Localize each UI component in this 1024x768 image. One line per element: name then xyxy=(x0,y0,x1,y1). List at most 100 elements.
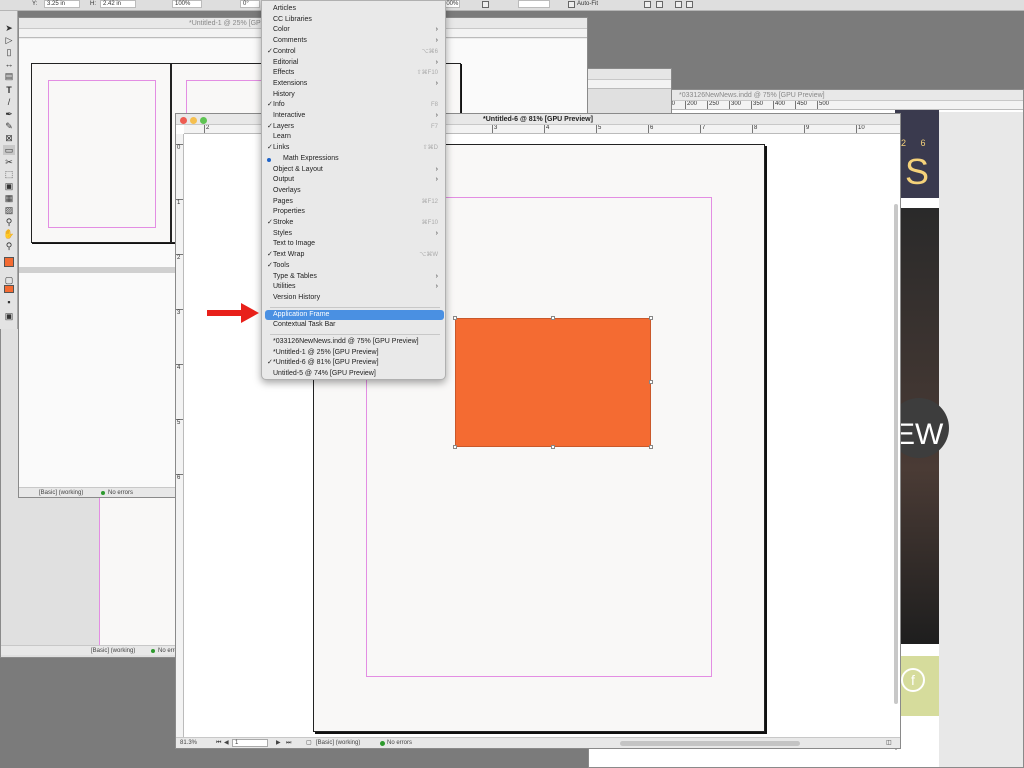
selection-handle[interactable] xyxy=(551,445,555,449)
menu-item-overlays[interactable]: Overlays xyxy=(265,186,444,197)
menu-item-stroke[interactable]: ✓ Stroke ⌘F10 xyxy=(265,218,444,229)
eyedropper-icon[interactable]: ⚲ xyxy=(3,217,15,227)
rectangle-tool-icon[interactable]: ▭ xyxy=(3,145,15,155)
menu-item-articles[interactable]: Articles xyxy=(265,4,444,15)
menu-item-comments[interactable]: Comments › xyxy=(265,36,444,47)
menu-item-history[interactable]: History xyxy=(265,90,444,101)
menu-item-math-expressions[interactable]: Math Expressions xyxy=(265,154,444,165)
menu-item-type-tables[interactable]: Type & Tables › xyxy=(265,272,444,283)
align-icon[interactable] xyxy=(656,1,663,8)
menu-item-document[interactable]: ✓ *Untitled-6 @ 81% [GPU Preview] xyxy=(265,358,444,369)
fill-swatch[interactable] xyxy=(4,257,14,267)
screen-mode-icon[interactable]: ▣ xyxy=(3,311,15,321)
preflight-profile[interactable]: [Basic] (working) xyxy=(91,646,135,656)
menu-item-links[interactable]: ✓ Links ⇧⌘D xyxy=(265,143,444,154)
menu-item-cc-libraries[interactable]: CC Libraries xyxy=(265,15,444,26)
stroke-icon[interactable] xyxy=(482,1,489,8)
menu-item-info[interactable]: ✓ Info F8 xyxy=(265,100,444,111)
menu-item-label: Properties xyxy=(273,208,305,216)
gap-tool-icon[interactable]: ↔ xyxy=(3,59,15,69)
menu-item-styles[interactable]: Styles › xyxy=(265,229,444,240)
menu-item-extensions[interactable]: Extensions › xyxy=(265,79,444,90)
selection-handle[interactable] xyxy=(453,445,457,449)
auto-fit-label[interactable]: Auto-Fit xyxy=(577,1,598,8)
selection-handle[interactable] xyxy=(649,380,653,384)
free-transform-icon[interactable]: ⬚ xyxy=(3,169,15,179)
note-tool-icon[interactable]: ▨ xyxy=(3,205,15,215)
distribute-icon[interactable] xyxy=(675,1,682,8)
selection-handle[interactable] xyxy=(649,445,653,449)
menu-item-text-to-image[interactable]: Text to Image xyxy=(265,239,444,250)
distribute-icon[interactable] xyxy=(686,1,693,8)
menu-item-contextual-task-bar[interactable]: Contextual Task Bar xyxy=(265,320,444,331)
gradient-icon[interactable]: ▣ xyxy=(3,181,15,191)
menu-item-object-layout[interactable]: Object & Layout › xyxy=(265,165,444,176)
h-field[interactable]: 2.42 in xyxy=(100,0,136,8)
zoom-level[interactable]: 81.3% xyxy=(180,738,197,748)
scale-field[interactable]: 100% xyxy=(172,0,202,8)
page-tool-icon[interactable]: ▯ xyxy=(3,47,15,57)
menu-item-document[interactable]: Untitled-5 @ 74% [GPU Preview] xyxy=(265,369,444,380)
menu-item-interactive[interactable]: Interactive › xyxy=(265,111,444,122)
gradient-feather-icon[interactable]: ▦ xyxy=(3,193,15,203)
type-tool-icon[interactable]: T xyxy=(3,85,15,95)
selection-handle[interactable] xyxy=(551,316,555,320)
content-collector-icon[interactable]: ▤ xyxy=(3,71,15,81)
align-icon[interactable] xyxy=(644,1,651,8)
close-icon[interactable] xyxy=(180,117,187,124)
menu-item-effects[interactable]: Effects ⇧⌘F10 xyxy=(265,68,444,79)
selection-tool-icon[interactable]: ➤ xyxy=(3,23,15,33)
angle-field[interactable]: 0° xyxy=(240,0,260,8)
zoom-tool-icon[interactable]: ⚲ xyxy=(3,241,15,251)
orange-rectangle-frame[interactable] xyxy=(453,316,653,449)
pencil-tool-icon[interactable]: ✎ xyxy=(3,121,15,131)
vertical-scrollbar[interactable] xyxy=(894,204,898,704)
menu-item-editorial[interactable]: Editorial › xyxy=(265,58,444,69)
page-field[interactable]: 1 xyxy=(232,739,268,747)
last-page-icon[interactable]: ⏭ xyxy=(286,738,291,748)
menu-item-label: Type & Tables xyxy=(273,272,317,280)
error-count[interactable]: No errors xyxy=(387,738,412,748)
menu-item-tools[interactable]: ✓ Tools xyxy=(265,261,444,272)
menu-item-document[interactable]: *033126NewNews.indd @ 75% [GPU Preview] xyxy=(265,337,444,348)
menu-item-document[interactable]: *Untitled-1 @ 25% [GPU Preview] xyxy=(265,348,444,359)
scissors-icon[interactable]: ✂ xyxy=(3,157,15,167)
menu-item-utilities[interactable]: Utilities › xyxy=(265,282,444,293)
selection-handle[interactable] xyxy=(649,316,653,320)
facebook-icon[interactable]: f xyxy=(901,668,925,692)
hand-tool-icon[interactable]: ✋ xyxy=(3,229,15,239)
view-mode-icon[interactable]: ▪ xyxy=(3,297,15,307)
prev-page-icon[interactable]: ◀ xyxy=(224,738,229,748)
selection-handle[interactable] xyxy=(453,316,457,320)
menu-item-version-history[interactable]: Version History xyxy=(265,293,444,304)
menu-item-application-frame[interactable]: Application Frame xyxy=(265,309,444,321)
split-window-icon[interactable]: ◫ xyxy=(886,738,892,748)
line-tool-icon[interactable]: / xyxy=(3,97,15,107)
minimize-icon[interactable] xyxy=(190,117,197,124)
horizontal-scrollbar[interactable] xyxy=(620,741,800,746)
menu-item-text-wrap[interactable]: ✓ Text Wrap ⌥⌘W xyxy=(265,250,444,261)
apply-color-icon[interactable] xyxy=(4,285,14,293)
menu-item-learn[interactable]: Learn xyxy=(265,132,444,143)
next-page-icon[interactable]: ▶ xyxy=(276,738,281,748)
preflight-profile[interactable]: [Basic] (working) xyxy=(316,738,360,748)
open-page-icon[interactable]: ▢ xyxy=(306,738,312,748)
direct-selection-tool-icon[interactable]: ▷ xyxy=(3,35,15,45)
fitting-icon[interactable] xyxy=(568,1,575,8)
preflight-profile[interactable]: [Basic] (working) xyxy=(39,488,83,497)
y-field[interactable]: 3.25 in xyxy=(44,0,80,8)
menu-item-control[interactable]: ✓ Control ⌥⌘6 xyxy=(265,47,444,58)
status-dot xyxy=(380,741,385,746)
formatting-icon[interactable]: ▢ xyxy=(3,275,15,285)
error-count[interactable]: No errors xyxy=(108,488,133,497)
menu-item-color[interactable]: Color › xyxy=(265,25,444,36)
menu-item-output[interactable]: Output › xyxy=(265,175,444,186)
stroke-field[interactable] xyxy=(518,0,550,8)
first-page-icon[interactable]: ⏮ xyxy=(216,738,221,748)
menu-item-properties[interactable]: Properties xyxy=(265,207,444,218)
menu-item-pages[interactable]: Pages ⌘F12 xyxy=(265,197,444,208)
zoom-icon[interactable] xyxy=(200,117,207,124)
menu-item-layers[interactable]: ✓ Layers F7 xyxy=(265,122,444,133)
pen-tool-icon[interactable]: ✒ xyxy=(3,109,15,119)
rectangle-frame-icon[interactable]: ⊠ xyxy=(3,133,15,143)
